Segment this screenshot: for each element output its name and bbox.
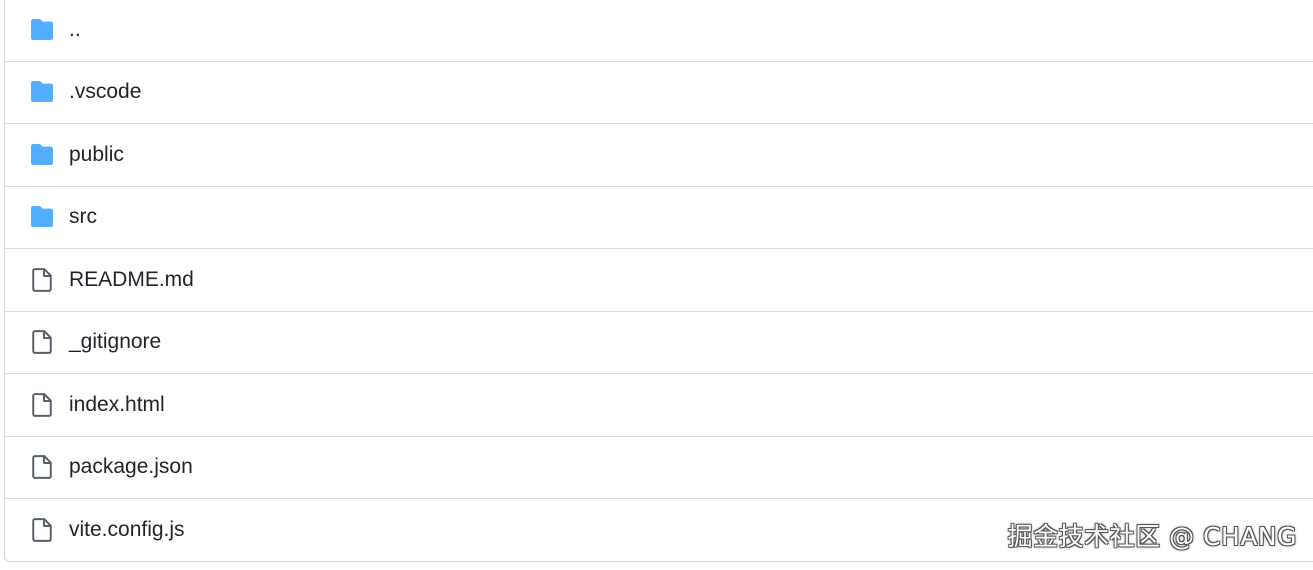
file-name[interactable]: index.html bbox=[69, 393, 165, 417]
folder-icon bbox=[28, 203, 56, 231]
file-icon bbox=[28, 453, 56, 481]
folder-icon bbox=[28, 141, 56, 169]
folder-icon bbox=[28, 78, 56, 106]
file-row-public[interactable]: public bbox=[5, 124, 1313, 187]
file-list: .. .vscode public src README.md _gitigno… bbox=[4, 0, 1313, 562]
file-name[interactable]: package.json bbox=[69, 455, 193, 479]
file-name[interactable]: README.md bbox=[69, 268, 194, 292]
file-row-parent[interactable]: .. bbox=[5, 0, 1313, 62]
file-row-package-json[interactable]: package.json bbox=[5, 437, 1313, 499]
file-row-readme[interactable]: README.md bbox=[5, 249, 1313, 312]
file-name[interactable]: .vscode bbox=[69, 80, 141, 104]
file-row-src[interactable]: src bbox=[5, 187, 1313, 249]
file-icon bbox=[28, 516, 56, 544]
file-name[interactable]: src bbox=[69, 205, 97, 229]
file-row-gitignore[interactable]: _gitignore bbox=[5, 312, 1313, 374]
folder-icon bbox=[28, 16, 56, 44]
file-name[interactable]: .. bbox=[69, 18, 81, 42]
file-icon bbox=[28, 266, 56, 294]
file-name[interactable]: vite.config.js bbox=[69, 518, 185, 542]
file-name[interactable]: _gitignore bbox=[69, 330, 161, 354]
file-icon bbox=[28, 328, 56, 356]
file-name[interactable]: public bbox=[69, 143, 124, 167]
file-icon bbox=[28, 391, 56, 419]
watermark: 掘金技术社区 @ CHANG bbox=[1007, 522, 1297, 551]
file-row-vscode[interactable]: .vscode bbox=[5, 62, 1313, 124]
file-row-index-html[interactable]: index.html bbox=[5, 374, 1313, 437]
